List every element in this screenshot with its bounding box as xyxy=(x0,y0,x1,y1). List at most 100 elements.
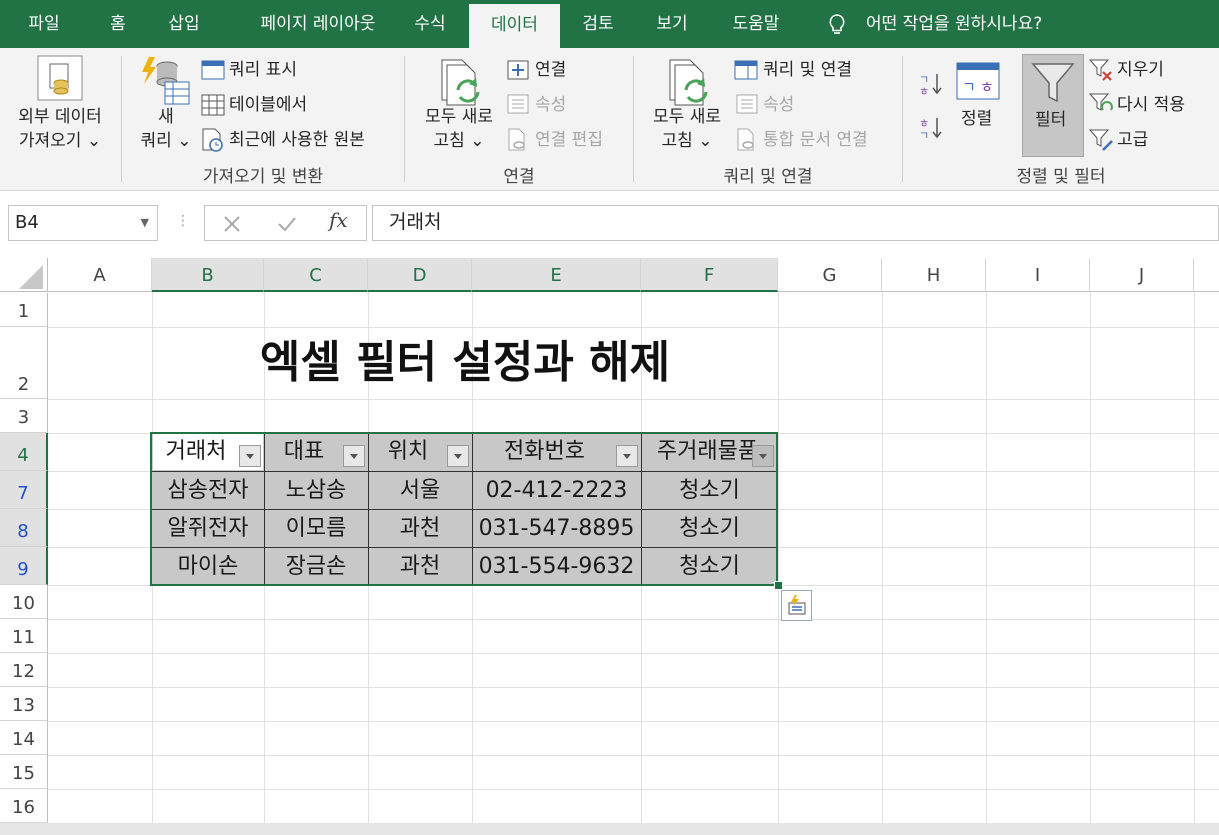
refresh-all-button[interactable]: 모두 새로 고침 ⌄ xyxy=(418,106,500,152)
tab-page-layout[interactable]: 페이지 레이아웃 xyxy=(232,0,404,48)
sort-icon: ㄱ ㅎ xyxy=(956,62,1000,100)
gridline xyxy=(48,399,1219,400)
ribbon-tab-bar: 파일 홈 삽입 페이지 레이아웃 수식 데이터 검토 보기 도움말 어떤 작업을… xyxy=(0,0,1219,48)
properties-button-2[interactable]: 속성 xyxy=(763,94,794,116)
queries-connections-icon xyxy=(734,60,758,80)
name-box[interactable]: B4 ▼ xyxy=(8,205,158,241)
quick-analysis-button[interactable] xyxy=(781,590,812,621)
select-all-corner[interactable] xyxy=(0,258,48,292)
enter-check-icon[interactable] xyxy=(277,215,297,233)
svg-text:ㄱ: ㄱ xyxy=(962,78,976,96)
gridline xyxy=(986,292,987,823)
gridline xyxy=(882,292,883,823)
row-header-10[interactable]: 10 xyxy=(0,585,48,619)
from-table-button[interactable]: 테이블에서 xyxy=(229,94,307,116)
filter-funnel-icon xyxy=(1031,63,1075,103)
tab-insert[interactable]: 삽입 xyxy=(158,0,210,48)
advanced-button[interactable]: 고급 xyxy=(1117,129,1148,151)
table-icon xyxy=(201,94,225,116)
gridline xyxy=(48,721,1219,722)
properties-button[interactable]: 속성 xyxy=(535,94,566,116)
gridline xyxy=(48,619,1219,620)
row-header-2[interactable]: 2 xyxy=(0,327,48,399)
tab-file[interactable]: 파일 xyxy=(12,0,76,48)
new-query-label-2: 쿼리 ⌄ xyxy=(140,131,192,151)
column-header-a[interactable]: A xyxy=(48,258,152,292)
gridline xyxy=(1194,292,1195,823)
tab-view[interactable]: 보기 xyxy=(646,0,698,48)
refresh-all-2-label-2: 고침 ⌄ xyxy=(661,131,713,151)
gridline xyxy=(48,687,1219,688)
tab-formulas[interactable]: 수식 xyxy=(404,0,456,48)
queries-connections-button[interactable]: 쿼리 및 연결 xyxy=(763,59,852,81)
recent-sources-button[interactable]: 최근에 사용한 원본 xyxy=(229,129,365,151)
row-header-14[interactable]: 14 xyxy=(0,721,48,755)
reapply-button[interactable]: 다시 적용 xyxy=(1117,94,1185,116)
tab-help[interactable]: 도움말 xyxy=(720,0,792,48)
row-header-1[interactable]: 1 xyxy=(0,293,48,327)
row-header-9[interactable]: 9 xyxy=(0,547,48,585)
tab-home[interactable]: 홈 xyxy=(96,0,140,48)
new-query-icon xyxy=(142,57,190,105)
sort-ascending-icon: ㄱ ㅎ xyxy=(919,73,942,96)
column-header-f[interactable]: F xyxy=(641,258,778,292)
column-header-b[interactable]: B xyxy=(152,258,264,292)
group-label-sort-filter: 정렬 및 필터 xyxy=(1016,167,1106,187)
column-header-i[interactable]: I xyxy=(986,258,1090,292)
refresh-all-icon xyxy=(669,59,708,106)
new-query-button[interactable]: 새 쿼리 ⌄ xyxy=(138,106,194,152)
chevron-down-icon[interactable]: ▼ xyxy=(141,206,149,240)
bottom-strip xyxy=(0,823,1219,835)
new-query-label-1: 새 xyxy=(158,107,174,127)
cancel-icon[interactable] xyxy=(223,215,241,233)
svg-text:ㅎ: ㅎ xyxy=(980,78,994,96)
svg-text:ㄱ: ㄱ xyxy=(919,129,929,140)
filter-label: 필터 xyxy=(1035,110,1067,130)
column-header-g[interactable]: G xyxy=(778,258,882,292)
column-header-c[interactable]: C xyxy=(264,258,368,292)
external-data-icon xyxy=(37,55,83,101)
get-external-data-button[interactable]: 외부 데이터 가져오기 ⌄ xyxy=(12,106,108,152)
refresh-all-button-2[interactable]: 모두 새로 고침 ⌄ xyxy=(646,106,728,152)
recent-sources-icon xyxy=(202,128,223,152)
selection-border xyxy=(150,432,778,586)
formula-buttons: fx xyxy=(204,205,367,241)
insert-function-icon[interactable]: fx xyxy=(329,208,348,232)
column-header-h[interactable]: H xyxy=(882,258,986,292)
row-header-4[interactable]: 4 xyxy=(0,433,48,471)
sheet-title: 엑셀 필터 설정과 해제 xyxy=(259,337,671,388)
vertical-dots-icon: ⋮ xyxy=(176,213,190,229)
lightbulb-icon xyxy=(829,14,845,34)
column-header-e[interactable]: E xyxy=(472,258,641,292)
row-header-3[interactable]: 3 xyxy=(0,399,48,433)
tab-review[interactable]: 검토 xyxy=(572,0,624,48)
svg-text:ㅎ: ㅎ xyxy=(919,85,929,96)
tell-me-search[interactable]: 어떤 작업을 원하시나요? xyxy=(866,0,1042,48)
sort-button[interactable]: 정렬 xyxy=(961,108,992,130)
show-queries-button[interactable]: 쿼리 표시 xyxy=(229,59,297,81)
gridline xyxy=(1090,292,1091,823)
row-header-11[interactable]: 11 xyxy=(0,619,48,653)
formula-input[interactable]: 거래처 xyxy=(372,205,1219,241)
row-header-12[interactable]: 12 xyxy=(0,653,48,687)
column-header-d[interactable]: D xyxy=(368,258,472,292)
row-header-7[interactable]: 7 xyxy=(0,471,48,509)
formula-bar: B4 ▼ ⋮ fx 거래처 xyxy=(0,191,1219,259)
connections-button[interactable]: 연결 xyxy=(535,59,566,81)
refresh-all-icon xyxy=(441,59,480,106)
quick-analysis-icon xyxy=(788,595,806,615)
clear-filter-icon xyxy=(1089,59,1112,81)
edit-links-icon xyxy=(508,128,525,151)
name-box-value: B4 xyxy=(15,212,39,233)
fill-handle[interactable] xyxy=(774,581,783,590)
row-header-15[interactable]: 15 xyxy=(0,755,48,789)
workbook-links-button[interactable]: 통합 문서 연결 xyxy=(763,129,868,151)
row-header-16[interactable]: 16 xyxy=(0,789,48,823)
tab-data[interactable]: 데이터 xyxy=(469,4,560,48)
row-header-8[interactable]: 8 xyxy=(0,509,48,547)
filter-button[interactable]: 필터 xyxy=(1022,54,1084,157)
clear-button[interactable]: 지우기 xyxy=(1117,59,1164,81)
edit-links-button[interactable]: 연결 편집 xyxy=(535,129,603,151)
row-header-13[interactable]: 13 xyxy=(0,687,48,721)
column-header-j[interactable]: J xyxy=(1090,258,1194,292)
